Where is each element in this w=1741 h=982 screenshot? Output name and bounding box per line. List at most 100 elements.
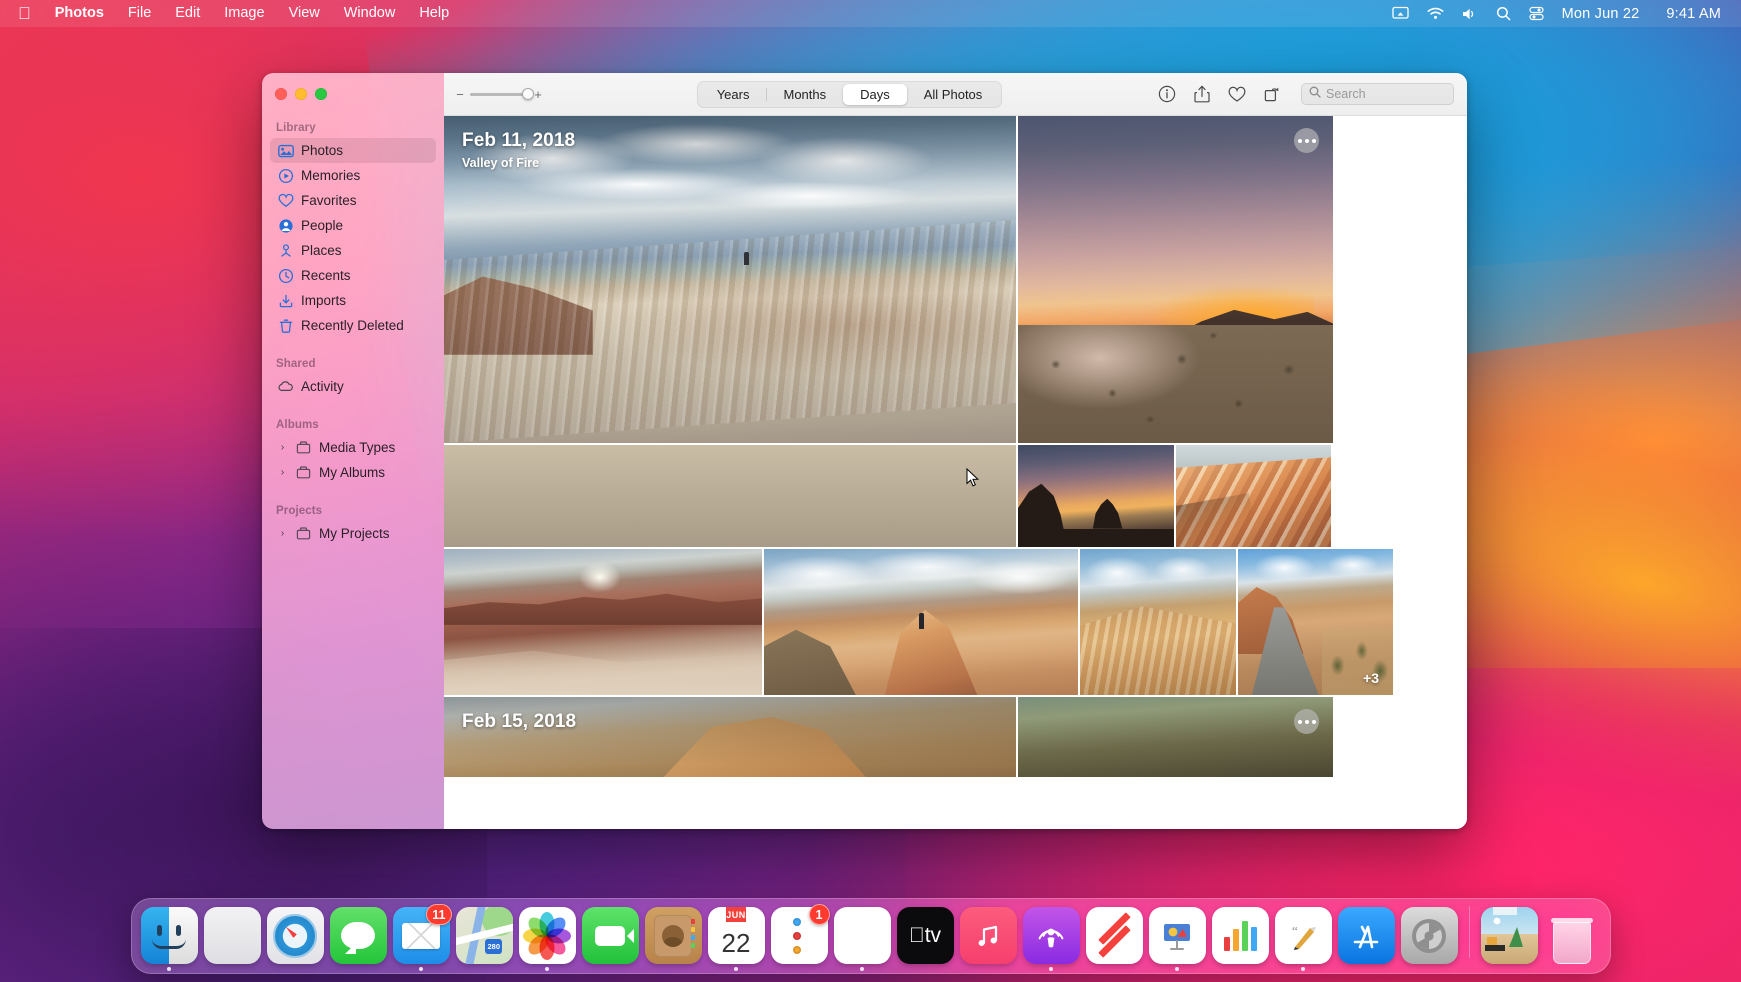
zoom-out-label[interactable]: − (456, 88, 464, 101)
share-icon[interactable] (1192, 85, 1211, 104)
trash-icon (277, 317, 294, 334)
dock-item-facetime[interactable] (581, 907, 639, 964)
sidebar-item-memories[interactable]: Memories (270, 163, 436, 188)
control-center-icon[interactable] (1529, 6, 1544, 21)
more-options-button[interactable] (1294, 709, 1319, 734)
tab-months[interactable]: Months (766, 84, 843, 105)
photo-row: Feb 11, 2018 Valley of Fire (444, 116, 1467, 443)
calendar-icon: JUN 22 (707, 907, 765, 964)
facetime-icon (581, 907, 639, 964)
chevron-right-icon[interactable]: › (277, 467, 288, 478)
zoom-in-label[interactable]: + (534, 88, 542, 101)
calendar-day: 22 (721, 928, 751, 958)
dock-item-photos[interactable] (518, 907, 576, 971)
dock-item-downloads-stack[interactable] (1480, 907, 1538, 964)
running-indicator (419, 967, 423, 971)
dock-item-contacts[interactable] (644, 907, 702, 964)
sidebar-item-label: My Albums (319, 465, 386, 480)
chevron-right-icon[interactable]: › (277, 528, 288, 539)
minimize-button[interactable] (295, 88, 307, 100)
menu-item-image[interactable]: Image (212, 4, 276, 23)
tab-years[interactable]: Years (700, 84, 767, 105)
sidebar-section-projects: Projects (276, 505, 323, 517)
dock-item-launchpad[interactable] (203, 907, 261, 964)
sidebar-item-activity[interactable]: Activity (270, 374, 436, 399)
photo-desert-road[interactable]: +3 (1236, 549, 1393, 695)
folder-icon (295, 439, 312, 456)
tab-all-photos[interactable]: All Photos (907, 84, 1000, 105)
dock-item-maps[interactable]: 280 (455, 907, 513, 964)
dock-item-keynote[interactable] (1148, 907, 1206, 971)
menu-item-window[interactable]: Window (332, 4, 408, 23)
menu-bar-time[interactable]: 9:41 AM (1666, 6, 1721, 22)
dock-item-numbers[interactable] (1211, 907, 1269, 964)
menu-item-photos[interactable]: Photos (43, 4, 116, 23)
dock-item-mail[interactable]: 11 (392, 904, 452, 971)
photo-feb15-b[interactable] (1016, 697, 1333, 777)
dock-item-messages[interactable] (329, 907, 387, 964)
photo-arch-silhouette[interactable] (1016, 445, 1174, 547)
sidebar-item-my-albums[interactable]: › My Albums (270, 460, 436, 485)
more-options-button[interactable] (1294, 128, 1319, 153)
sidebar-item-imports[interactable]: Imports (270, 288, 436, 313)
sidebar-item-places[interactable]: Places (270, 238, 436, 263)
info-icon[interactable] (1157, 85, 1176, 104)
search-input[interactable]: Search (1301, 83, 1454, 105)
screen-mirroring-icon[interactable] (1391, 6, 1409, 21)
dock-item-notes[interactable] (833, 907, 891, 971)
sidebar-item-photos[interactable]: Photos (270, 138, 436, 163)
mail-badge: 11 (426, 904, 452, 925)
dock-item-trash[interactable] (1544, 907, 1601, 964)
photo-red-valley[interactable] (444, 549, 762, 695)
wifi-icon[interactable] (1427, 7, 1444, 20)
menu-item-edit[interactable]: Edit (163, 4, 212, 23)
zoom-slider-track[interactable] (470, 88, 534, 100)
dock-item-podcasts[interactable] (1022, 907, 1080, 971)
rotate-icon[interactable] (1262, 85, 1281, 104)
sidebar-item-my-projects[interactable]: › My Projects (270, 521, 436, 546)
dock-item-tv[interactable]: tv (896, 907, 954, 964)
dock-item-system-preferences[interactable] (1400, 907, 1458, 964)
photo-desert-sunset[interactable] (1016, 116, 1333, 443)
tab-days[interactable]: Days (843, 83, 907, 105)
trash-icon (1544, 907, 1601, 964)
sidebar-item-people[interactable]: People (270, 213, 436, 238)
photo-grid[interactable]: Feb 11, 2018 Valley of Fire +3 Feb 15, 2… (444, 116, 1467, 829)
apple-logo-icon[interactable]:  (0, 5, 43, 22)
sidebar-item-recently-deleted[interactable]: Recently Deleted (270, 313, 436, 338)
sidebar-item-favorites[interactable]: Favorites (270, 188, 436, 213)
dock-item-safari[interactable] (266, 907, 324, 964)
heart-icon (277, 192, 294, 209)
zoom-slider[interactable]: − + (456, 88, 542, 101)
photo-sky-canyon[interactable] (1078, 549, 1236, 695)
dock-item-app-store[interactable] (1337, 907, 1395, 964)
dock-item-reminders[interactable]: 1 (770, 904, 830, 964)
zoom-slider-knob[interactable] (522, 88, 534, 100)
photo-valley-of-fire-hero[interactable]: Feb 11, 2018 Valley of Fire (444, 116, 1016, 443)
dock-item-calendar[interactable]: JUN 22 (707, 907, 765, 971)
sidebar-item-media-types[interactable]: › Media Types (270, 435, 436, 460)
dock-item-music[interactable] (959, 907, 1017, 964)
photos-icon (277, 142, 294, 159)
zoom-button[interactable] (315, 88, 327, 100)
photo-swirl-sandstone[interactable] (1174, 445, 1331, 547)
menu-item-help[interactable]: Help (407, 4, 461, 23)
sidebar-item-recents[interactable]: Recents (270, 263, 436, 288)
dock-item-pages[interactable]: “ (1274, 907, 1332, 971)
close-button[interactable] (275, 88, 287, 100)
dock-item-finder[interactable] (140, 907, 198, 971)
photo-ridge-walker[interactable] (762, 549, 1078, 695)
volume-icon[interactable] (1462, 7, 1478, 21)
messages-icon (329, 907, 387, 964)
menu-item-view[interactable]: View (277, 4, 332, 23)
dock-item-news[interactable] (1085, 907, 1143, 964)
dock-separator (1468, 906, 1470, 958)
heart-icon[interactable] (1227, 85, 1246, 104)
photo-row: +3 (444, 547, 1467, 695)
safari-icon (266, 907, 324, 964)
menu-bar-date[interactable]: Mon Jun 22 (1562, 6, 1640, 22)
chevron-right-icon[interactable]: › (277, 442, 288, 453)
menu-item-file[interactable]: File (116, 4, 163, 23)
spotlight-search-icon[interactable] (1496, 6, 1511, 21)
photo-feb15-a[interactable]: Feb 15, 2018 (444, 697, 1016, 777)
